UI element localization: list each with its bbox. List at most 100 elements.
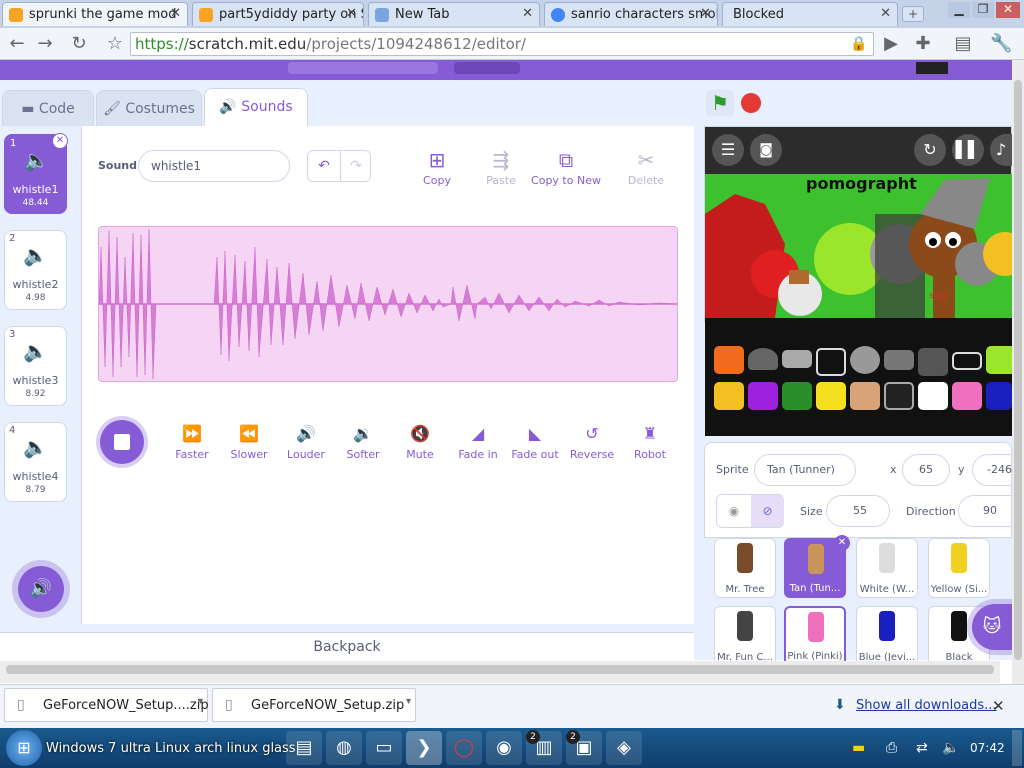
network-icon[interactable]: ⇄	[916, 740, 928, 756]
chevron-down-icon[interactable]: ▾	[198, 696, 203, 707]
powershell-icon[interactable]: ❯	[406, 731, 442, 765]
back-icon[interactable]: ←	[6, 33, 28, 55]
start-button[interactable]: ⊞	[6, 730, 42, 766]
delete-button[interactable]: ✂ Delete	[622, 148, 670, 187]
delete-sprite-icon[interactable]: ✕	[834, 535, 850, 551]
palette-item[interactable]	[850, 382, 880, 410]
sound-item-4[interactable]: 4 🔈 whistle4 8.79	[4, 422, 67, 502]
menu-icon[interactable]: ☰	[712, 134, 744, 166]
avatar[interactable]	[916, 62, 948, 74]
palette-item[interactable]	[714, 346, 744, 374]
tab-code[interactable]: ▬ Code	[2, 90, 94, 126]
palette-item[interactable]	[714, 382, 744, 410]
address-bar[interactable]: https://scratch.mit.edu/projects/1094248…	[130, 32, 874, 56]
show-desktop-button[interactable]	[1012, 730, 1022, 766]
waveform[interactable]	[98, 226, 678, 382]
palette-item[interactable]	[986, 382, 1012, 410]
close-icon[interactable]: ✕	[522, 6, 533, 21]
palette-item[interactable]	[918, 382, 948, 410]
share-button[interactable]	[454, 62, 520, 74]
new-tab-button[interactable]: +	[902, 6, 924, 22]
palette-item[interactable]	[918, 348, 948, 376]
effect-slower[interactable]: ⏪ Slower	[221, 424, 277, 461]
undo-icon[interactable]: ↶	[308, 151, 340, 181]
chevron-down-icon[interactable]: ▾	[406, 696, 411, 707]
palette-item[interactable]	[952, 352, 982, 370]
minimize-icon[interactable]: ▁	[948, 2, 970, 18]
redo-icon[interactable]: ↷	[340, 151, 371, 181]
effect-fade-out[interactable]: ◣ Fade out	[507, 424, 563, 461]
effect-softer[interactable]: 🔉 Softer	[335, 424, 391, 461]
palette-item[interactable]	[782, 350, 812, 368]
browser-tab-5[interactable]: Blocked ✕	[722, 2, 898, 26]
palette-item[interactable]	[816, 348, 846, 376]
vertical-scrollbar[interactable]	[1012, 60, 1024, 684]
stop-button[interactable]	[100, 420, 144, 464]
delete-sound-icon[interactable]: ✕	[52, 133, 68, 149]
paste-button[interactable]: ⇶ Paste	[478, 148, 524, 187]
palette-item[interactable]	[884, 382, 914, 410]
sound-name-field[interactable]: whistle1	[138, 150, 290, 182]
backpack[interactable]: Backpack	[0, 632, 694, 660]
close-window-icon[interactable]: ✕	[996, 2, 1020, 18]
clock[interactable]: 07:42	[970, 741, 1005, 755]
bookmark-star-icon[interactable]: ☆	[104, 33, 126, 55]
close-icon[interactable]: ✕	[170, 6, 181, 21]
sprite-tile-mr-tree[interactable]: Mr. Tree	[714, 538, 776, 598]
reload-icon[interactable]: ↻	[68, 33, 90, 55]
download-item-1[interactable]: ▯ GeForceNOW_Setup....zip ▾	[4, 688, 209, 722]
tab-costumes[interactable]: 🖌 Costumes	[96, 90, 202, 126]
chrome-icon[interactable]: ◉	[486, 731, 522, 765]
copy-to-new-button[interactable]: ⧉ Copy to New	[530, 148, 602, 187]
show-all-downloads-link[interactable]: Show all downloads...	[856, 698, 997, 713]
scrollbar-thumb[interactable]	[6, 665, 994, 674]
eye-icon[interactable]: ◉	[717, 495, 751, 527]
browser-app-icon[interactable]: ◈	[606, 731, 642, 765]
terminal-icon[interactable]: ▭	[366, 731, 402, 765]
sprite-tile-mr-fun[interactable]: Mr. Fun C...	[714, 606, 776, 666]
sprite-tile-yellow[interactable]: Yellow (Si...	[928, 538, 990, 598]
wrench-icon[interactable]: 🔧	[990, 33, 1012, 55]
reset-icon[interactable]: ↻	[914, 134, 946, 166]
close-icon[interactable]: ✕	[880, 6, 891, 21]
browser-tab-3[interactable]: New Tab ✕	[368, 2, 540, 26]
page-menu-icon[interactable]: ▤	[952, 33, 974, 55]
copy-button[interactable]: ⊞ Copy	[414, 148, 460, 187]
play-icon[interactable]: ▶	[880, 33, 902, 55]
add-sound-button[interactable]: 🔊	[18, 566, 64, 612]
stop-all-icon[interactable]	[741, 93, 761, 113]
x-field[interactable]: 65	[902, 454, 950, 486]
browser-tab-2[interactable]: part5ydiddy party on Sc ✕	[192, 2, 364, 26]
palette-item[interactable]	[850, 346, 880, 374]
firefox-icon[interactable]: ◍	[326, 731, 362, 765]
file-manager-icon[interactable]: ▤	[286, 731, 322, 765]
opera-icon[interactable]: ◯	[446, 731, 482, 765]
effect-fade-in[interactable]: ◢ Fade in	[450, 424, 506, 461]
green-flag-icon[interactable]: ⚑	[706, 90, 734, 116]
close-icon[interactable]: ✕	[346, 6, 357, 21]
palette-item[interactable]	[782, 382, 812, 410]
scrollbar-thumb[interactable]	[1014, 80, 1022, 660]
eye-hidden-icon[interactable]: ⊘	[751, 495, 784, 527]
project-title-field[interactable]	[288, 62, 438, 74]
effect-faster[interactable]: ⏩ Faster	[164, 424, 220, 461]
volume-icon[interactable]: ▌▌	[952, 134, 984, 166]
palette-item[interactable]	[952, 382, 982, 410]
folder-icon[interactable]: ▬	[852, 740, 865, 756]
size-field[interactable]: 55	[826, 495, 890, 527]
y-field[interactable]: -246	[972, 454, 1012, 486]
sound-item-3[interactable]: 3 🔈 whistle3 8.92	[4, 326, 67, 406]
add-sprite-button[interactable]: 🐱	[972, 604, 1012, 650]
browser-tab-1[interactable]: sprunki the game mod ✕	[2, 2, 188, 26]
horizontal-scrollbar[interactable]	[0, 661, 1000, 683]
volume-icon[interactable]: 🔈	[942, 740, 959, 756]
effect-mute[interactable]: 🔇 Mute	[392, 424, 448, 461]
sprite-tile-blue[interactable]: Blue (Jevi...	[856, 606, 918, 666]
download-item-2[interactable]: ▯ GeForceNOW_Setup.zip ▾	[212, 688, 416, 722]
sprite-tile-white[interactable]: White (W...	[856, 538, 918, 598]
palette-item[interactable]	[748, 382, 778, 410]
sprite-tile-pink[interactable]: Pink (Pinki)	[784, 606, 846, 666]
tab-sounds[interactable]: 🔊 Sounds	[204, 88, 308, 126]
effect-reverse[interactable]: ↺ Reverse	[564, 424, 620, 461]
effect-robot[interactable]: ♜ Robot	[622, 424, 678, 461]
